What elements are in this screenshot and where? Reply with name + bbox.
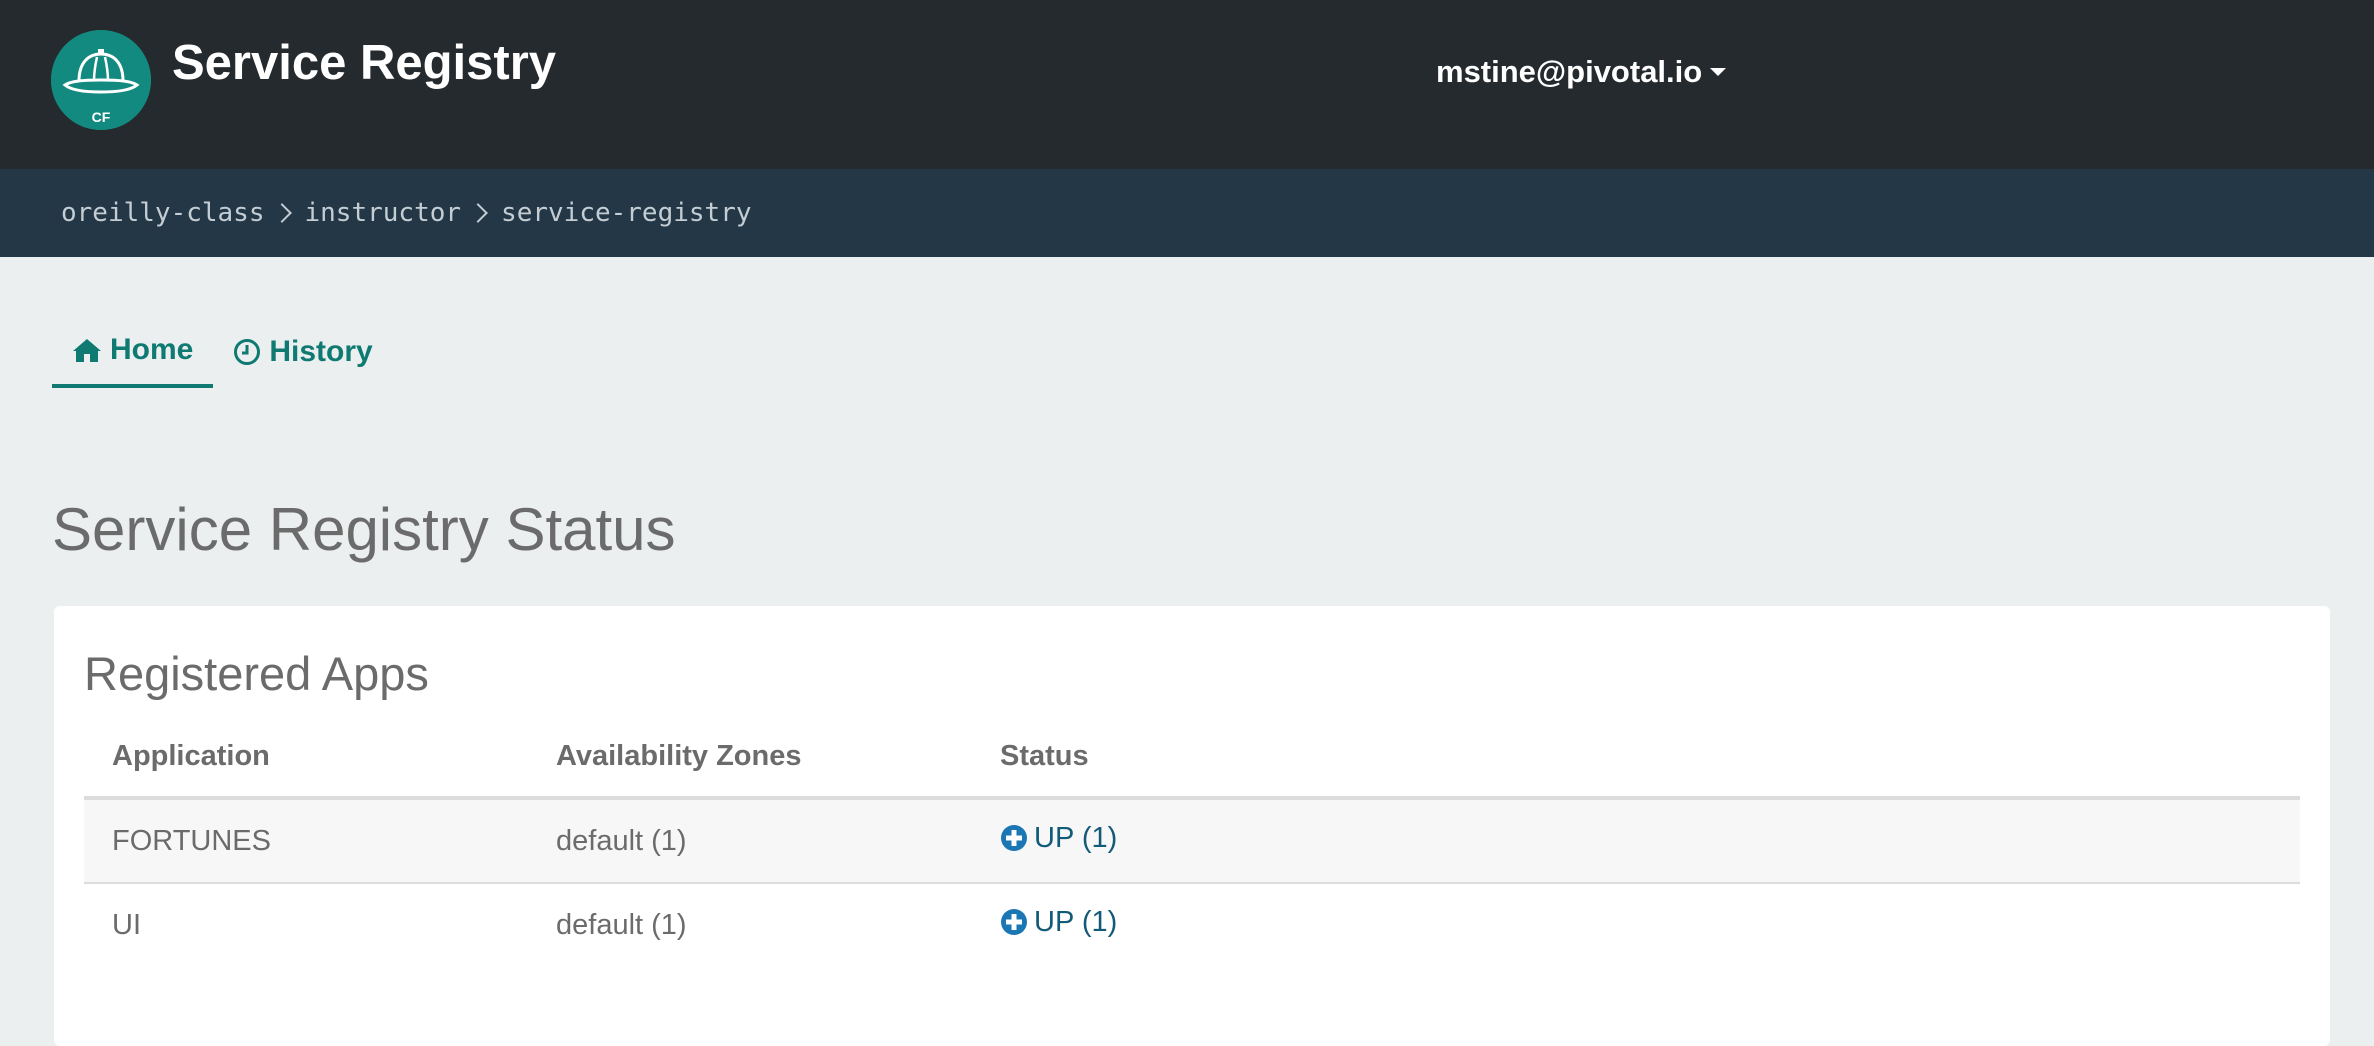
tab-home-label: Home — [110, 333, 194, 366]
chevron-right-icon — [468, 203, 488, 223]
registered-apps-card: Registered Apps Application Availability… — [54, 606, 2330, 1046]
chevron-right-icon — [271, 203, 292, 223]
table-row: UI default (1) UP (1) — [84, 883, 2300, 966]
application-cell: UI — [112, 908, 141, 941]
breadcrumb-bar: oreilly-class instructor service-registr… — [0, 169, 2374, 257]
table-row: FORTUNES default (1) UP (1) — [84, 798, 2300, 884]
plus-circle-icon — [1001, 825, 1027, 852]
caret-down-icon — [1710, 68, 1727, 76]
status-text: UP (1) — [1034, 905, 1118, 938]
breadcrumb-org[interactable]: oreilly-class — [61, 198, 265, 228]
status-cell: UP (1) — [972, 798, 2300, 884]
tab-history[interactable]: History — [213, 316, 392, 388]
table-header-row: Application Availability Zones Status — [84, 716, 2300, 800]
plus-circle-icon — [1001, 909, 1027, 936]
tab-bar: Home History — [52, 316, 393, 388]
application-cell: FORTUNES — [84, 798, 528, 884]
top-navbar: CF Service Registry mstine@pivotal.io — [0, 0, 2374, 169]
page-title: Service Registry Status — [52, 496, 676, 563]
status-link[interactable]: UP (1) — [1000, 906, 1117, 939]
status-link[interactable]: UP (1) — [1000, 822, 1117, 855]
column-header-application: Application — [84, 716, 528, 800]
hard-hat-icon: CF — [51, 30, 151, 130]
availability-zones-cell: default (1) — [556, 908, 687, 941]
home-icon — [73, 339, 101, 362]
registered-apps-table: Application Availability Zones Status FO… — [84, 716, 2300, 966]
status-cell: UP (1) — [972, 883, 2300, 966]
user-menu-dropdown[interactable]: mstine@pivotal.io — [1436, 50, 1727, 94]
clock-icon — [234, 339, 261, 365]
app-title: Service Registry — [172, 36, 557, 90]
status-text: UP (1) — [1034, 821, 1118, 854]
availability-zones-cell: default (1) — [528, 798, 972, 884]
column-header-status: Status — [972, 716, 2300, 800]
tab-history-label: History — [269, 335, 373, 368]
breadcrumb: oreilly-class instructor service-registr… — [61, 169, 752, 257]
logo-text: CF — [92, 109, 111, 125]
tab-home[interactable]: Home — [52, 316, 214, 388]
user-email: mstine@pivotal.io — [1436, 54, 1703, 89]
card-title: Registered Apps — [84, 647, 429, 700]
cloud-foundry-logo[interactable]: CF — [51, 30, 151, 130]
breadcrumb-space[interactable]: instructor — [305, 198, 462, 228]
breadcrumb-service[interactable]: service-registry — [501, 198, 751, 228]
column-header-availability-zones: Availability Zones — [528, 716, 972, 800]
